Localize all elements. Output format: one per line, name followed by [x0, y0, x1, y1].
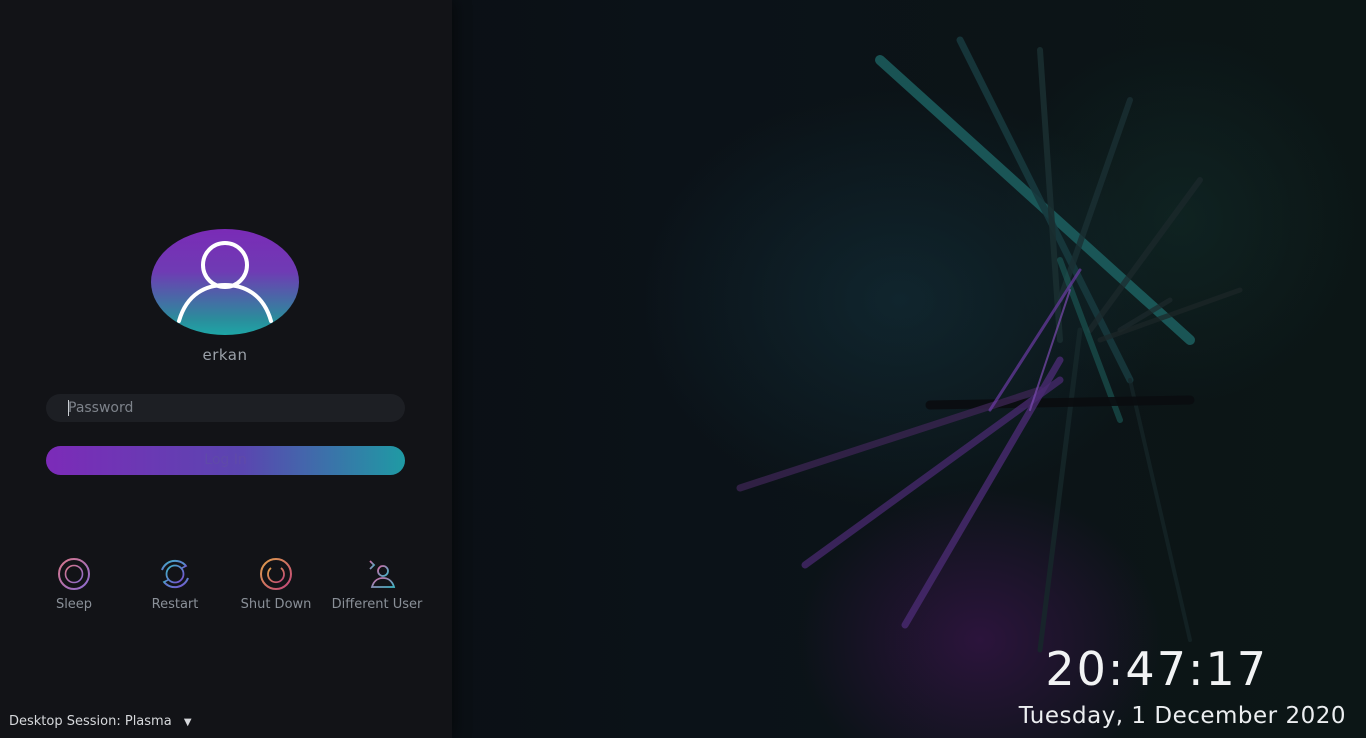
different-user-button[interactable]: Different User [329, 556, 425, 613]
login-screen: erkan Log In Sleep Restart Shut Down Dif… [0, 0, 1366, 738]
login-panel: erkan Log In Sleep Restart Shut Down Dif… [0, 0, 452, 738]
user-icon [177, 241, 273, 323]
login-button[interactable]: Log In [46, 446, 405, 475]
restart-label: Restart [151, 597, 199, 612]
text-caret [68, 400, 69, 416]
clock-date: Tuesday, 1 December 2020 [1018, 703, 1346, 729]
chevron-down-icon: ▼ [183, 717, 192, 728]
username-label: erkan [202, 346, 248, 364]
session-label: Desktop Session: Plasma [9, 714, 172, 729]
different-user-label: Different User [331, 597, 423, 612]
shutdown-label: Shut Down [240, 597, 312, 612]
sleep-label: Sleep [55, 597, 93, 612]
restart-icon [152, 556, 198, 592]
sleep-button[interactable]: Sleep [26, 556, 122, 613]
session-selector[interactable]: Desktop Session: Plasma ▼ [9, 714, 192, 729]
shutdown-button[interactable]: Shut Down [228, 556, 324, 613]
shutdown-icon [253, 556, 299, 592]
sleep-icon [51, 556, 97, 592]
password-field[interactable] [46, 394, 405, 422]
switch-user-icon [354, 556, 400, 592]
restart-button[interactable]: Restart [127, 556, 223, 613]
avatar[interactable] [151, 229, 299, 335]
clock-time: 20:47:17 [1045, 642, 1268, 696]
